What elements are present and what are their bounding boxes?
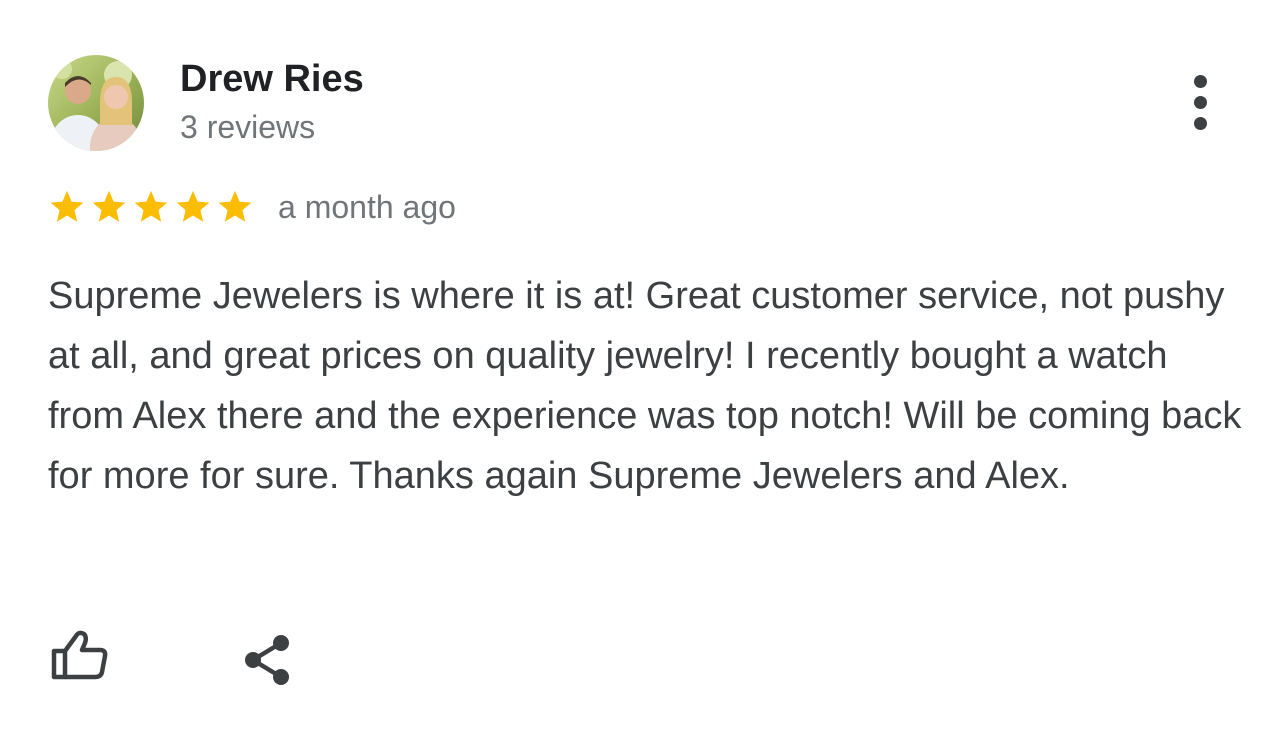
author-name[interactable]: Drew Ries — [180, 56, 364, 102]
star-icon — [50, 190, 84, 222]
share-button[interactable] — [240, 626, 302, 688]
star-rating — [48, 188, 254, 226]
star-icon — [92, 190, 126, 222]
star-icon — [134, 190, 168, 222]
thumbs-up-icon — [51, 630, 108, 680]
like-button[interactable] — [48, 626, 110, 688]
avatar[interactable] — [48, 55, 144, 151]
rating-row: a month ago — [48, 186, 456, 228]
more-vert-icon-dot — [1193, 95, 1207, 109]
review-text: Supreme Jewelers is where it is at! Grea… — [48, 275, 1242, 497]
review-card: Drew Ries 3 reviews a month ago Supreme … — [0, 0, 1284, 746]
more-vert-icon — [1193, 74, 1207, 88]
avatar-photo — [48, 55, 144, 151]
more-vert-icon-dot — [1193, 116, 1207, 130]
review-count[interactable]: 3 reviews — [180, 108, 315, 146]
star-icon — [176, 190, 210, 222]
share-icon — [245, 635, 289, 685]
star-icon — [218, 190, 252, 222]
review-time: a month ago — [278, 188, 456, 225]
review-actions — [48, 626, 302, 688]
more-options-button[interactable] — [1178, 72, 1222, 132]
